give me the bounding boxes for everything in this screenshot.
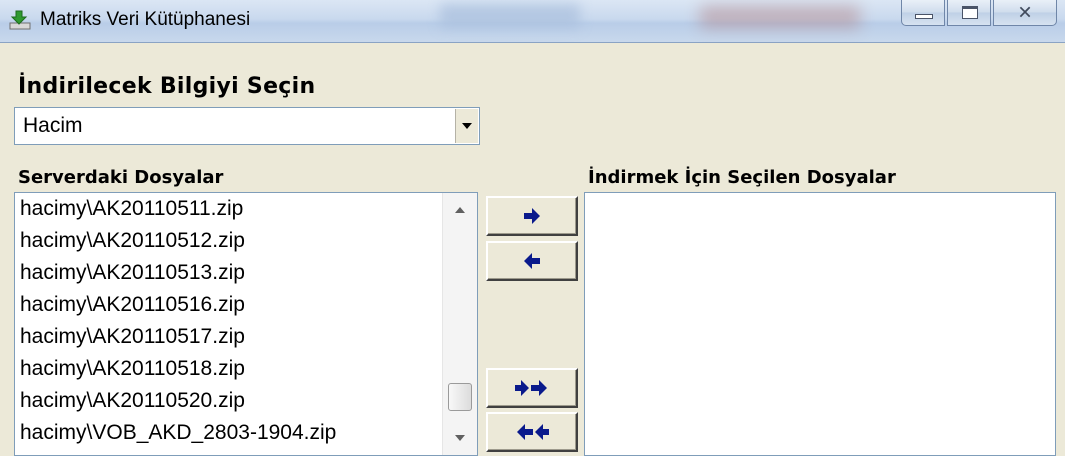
double-arrow-right-icon — [515, 380, 547, 396]
close-icon: ✕ — [1017, 2, 1033, 23]
vertical-scrollbar[interactable] — [442, 193, 477, 455]
data-type-select[interactable]: Hacim — [14, 107, 480, 145]
form-heading: İndirilecek Bilgiyi Seçin — [18, 74, 316, 99]
chevron-down-icon — [462, 123, 472, 129]
minimize-icon — [915, 14, 933, 19]
list-item[interactable]: hacimy\AK20110518.zip — [15, 353, 477, 385]
scroll-thumb[interactable] — [448, 383, 472, 411]
list-item[interactable]: hacimy\AK20110511.zip — [15, 193, 477, 225]
server-files-list[interactable]: hacimy\AK20110511.zip hacimy\AK20110512.z… — [14, 192, 478, 456]
download-icon — [8, 9, 32, 31]
server-files-label: Serverdaki Dosyalar — [18, 167, 224, 188]
double-arrow-left-icon — [517, 424, 549, 440]
arrow-right-icon — [524, 208, 540, 224]
selected-files-label: İndirmek İçin Seçilen Dosyalar — [588, 167, 896, 188]
list-item[interactable]: hacimy\AK20110517.zip — [15, 321, 477, 353]
scroll-down-icon[interactable] — [455, 435, 465, 441]
list-item[interactable]: hacimy\VOB_AKD_2803-1904.zip — [15, 417, 477, 449]
maximize-button[interactable] — [947, 0, 991, 26]
caption-buttons: ✕ — [899, 0, 1057, 30]
list-item[interactable]: hacimy\AK20110512.zip — [15, 225, 477, 257]
remove-selected-button[interactable] — [486, 241, 578, 281]
maximize-icon — [962, 6, 978, 19]
add-all-button[interactable] — [486, 368, 578, 408]
dropdown-button[interactable] — [455, 109, 478, 143]
client-area: İndirilecek Bilgiyi Seçin Hacim Serverda… — [0, 43, 1065, 456]
minimize-button[interactable] — [901, 0, 945, 26]
remove-all-button[interactable] — [486, 412, 578, 452]
arrow-left-icon — [524, 253, 540, 269]
app-window: Matriks Veri Kütüphanesi ✕ İndirilecek B… — [0, 0, 1065, 456]
title-bar[interactable]: Matriks Veri Kütüphanesi ✕ — [0, 0, 1065, 43]
list-item[interactable]: hacimy\AK20110516.zip — [15, 289, 477, 321]
list-item[interactable]: hacimy\AK20110513.zip — [15, 257, 477, 289]
scroll-up-icon[interactable] — [455, 207, 465, 213]
data-type-select-value: Hacim — [23, 114, 83, 137]
window-title: Matriks Veri Kütüphanesi — [40, 9, 251, 30]
list-item[interactable]: hacimy\AK20110520.zip — [15, 385, 477, 417]
selected-files-list[interactable] — [584, 192, 1056, 456]
add-selected-button[interactable] — [486, 196, 578, 236]
close-button[interactable]: ✕ — [993, 0, 1057, 26]
